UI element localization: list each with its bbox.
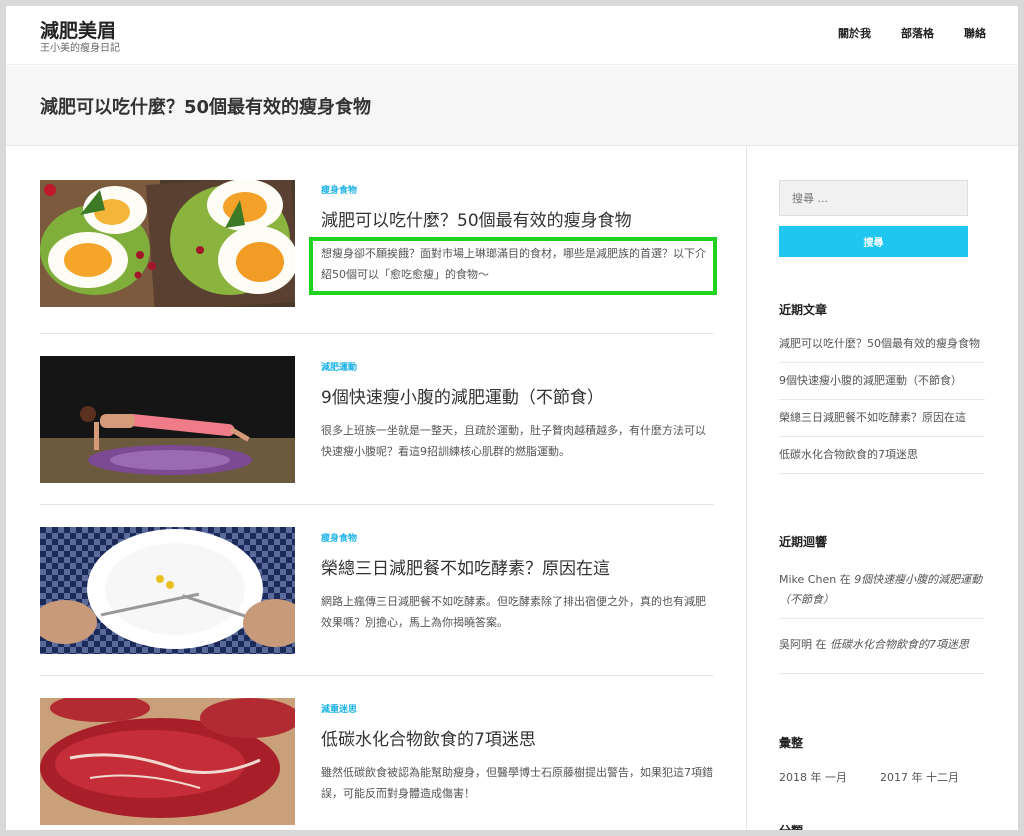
site-header: 減肥美眉 王小美的瘦身日記 關於我 部落格 聯絡 [6,6,1018,65]
recent-posts-list: 減肥可以吃什麼？50個最有效的瘦身食物 9個快速瘦小腹的減肥運動（不節食） 榮總… [779,326,985,474]
recent-comments-list: Mike Chen 在 9個快速瘦小腹的減肥運動（不節食） 吳阿明 在 低碳水化… [779,562,985,674]
post-thumbnail-plate[interactable] [40,527,295,654]
post-excerpt: 雖然低碳飲食被認為能幫助瘦身，但醫學博士石原藤樹提出警告，如果犯這7項錯誤，可能… [321,766,713,800]
page-title: 減肥可以吃什麼？50個最有效的瘦身食物 [40,97,372,118]
comment-on: 在 [839,573,851,586]
search-input[interactable] [779,180,968,216]
highlight-box [309,237,717,295]
page-title-bar: 減肥可以吃什麼？50個最有效的瘦身食物 [6,66,1018,146]
recent-comment: 吳阿明 在 低碳水化合物飲食的7項迷思 [779,619,985,674]
archive-link[interactable]: 2017 年 十二月 [880,769,959,785]
post-item: 瘦身食物 榮總三日減肥餐不如吃酵素？原因在這 網路上瘋傳三日減肥餐不如吃酵素。但… [40,505,714,676]
recent-post-link[interactable]: 減肥可以吃什麼？50個最有效的瘦身食物 [779,326,985,363]
post-title[interactable]: 減肥可以吃什麼？50個最有效的瘦身食物 [321,206,632,231]
archive-link[interactable]: 2018 年 一月 [779,769,847,785]
recent-comments-title: 近期迴響 [779,535,828,549]
recent-post-link[interactable]: 榮總三日減肥餐不如吃酵素？原因在這 [779,400,985,437]
main-nav: 關於我 部落格 聯絡 [838,25,986,41]
post-item: 減重迷思 低碳水化合物飲食的7項迷思 雖然低碳飲食被認為能幫助瘦身，但醫學博士石… [40,676,714,830]
comment-author[interactable]: Mike Chen [779,573,836,586]
comment-on: 在 [815,638,827,651]
sidebar-divider [746,146,747,830]
post-title[interactable]: 低碳水化合物飲食的7項迷思 [321,725,536,750]
search-button[interactable]: 搜尋 [779,226,968,257]
post-title[interactable]: 9個快速瘦小腹的減肥運動（不節食） [321,383,604,408]
browser-page: 減肥美眉 王小美的瘦身日記 關於我 部落格 聯絡 減肥可以吃什麼？50個最有效的… [6,6,1018,830]
archives-title: 彙整 [779,736,804,750]
recent-post-link[interactable]: 9個快速瘦小腹的減肥運動（不節食） [779,363,985,400]
post-thumbnail-eggs[interactable] [40,180,295,307]
post-thumbnail-plank[interactable] [40,356,295,483]
post-excerpt: 網路上瘋傳三日減肥餐不如吃酵素。但吃酵素除了排出宿便之外，真的也有減肥效果嗎？別… [321,595,706,629]
comment-author[interactable]: 吳阿明 [779,638,812,651]
site-description: 王小美的瘦身日記 [40,43,120,54]
post-title[interactable]: 榮總三日減肥餐不如吃酵素？原因在這 [321,554,610,579]
post-category[interactable]: 減肥運動 [321,360,357,373]
post-excerpt: 很多上班族一坐就是一整天，且疏於運動，肚子贅肉越積越多，有什麼方法可以快速瘦小腹… [321,424,706,458]
post-category[interactable]: 瘦身食物 [321,531,357,544]
post-item: 減肥運動 9個快速瘦小腹的減肥運動（不節食） 很多上班族一坐就是一整天，且疏於運… [40,334,714,505]
comment-post-link[interactable]: 低碳水化合物飲食的7項迷思 [830,638,969,651]
recent-posts-title: 近期文章 [779,303,828,317]
post-thumbnail-steak[interactable] [40,698,295,825]
categories-title: 分類 [779,822,803,830]
post-category[interactable]: 減重迷思 [321,702,357,715]
recent-comment: Mike Chen 在 9個快速瘦小腹的減肥運動（不節食） [779,562,985,619]
post-category[interactable]: 瘦身食物 [321,183,357,196]
post-item: 瘦身食物 減肥可以吃什麼？50個最有效的瘦身食物 想瘦身卻不願挨餓？面對市場上琳… [40,146,717,334]
nav-contact[interactable]: 聯絡 [964,25,986,41]
nav-blog[interactable]: 部落格 [901,25,934,41]
nav-about[interactable]: 關於我 [838,25,871,41]
archives-list: 2018 年 一月 2017 年 十二月 [779,769,959,785]
recent-post-link[interactable]: 低碳水化合物飲食的7項迷思 [779,437,985,474]
